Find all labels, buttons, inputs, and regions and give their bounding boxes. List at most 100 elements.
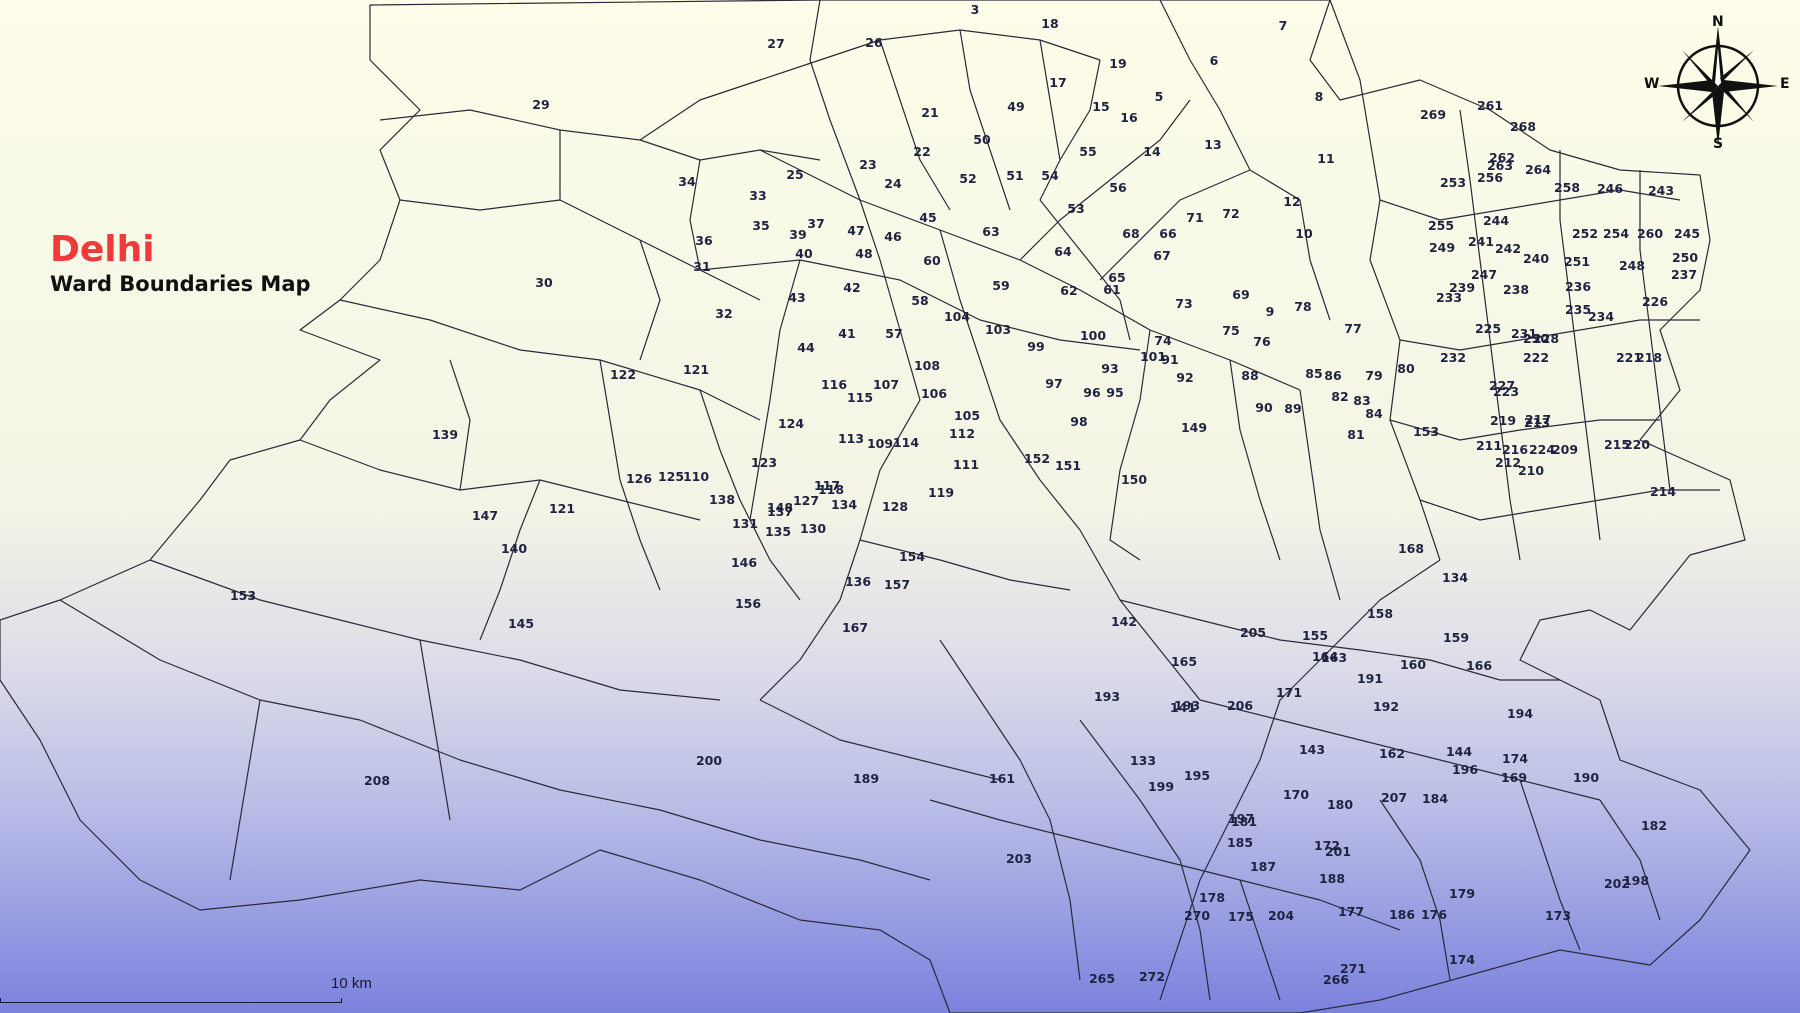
ward-label: 248 [1619,258,1645,273]
ward-label: 213 [1524,415,1550,430]
ward-label: 123 [751,455,777,470]
ward-label: 45 [919,210,936,225]
ward-label: 98 [1070,414,1087,429]
ward-label: 90 [1255,400,1273,415]
ward-label: 144 [1446,744,1472,759]
ward-label: 189 [853,771,879,786]
ward-label: 5 [1155,89,1164,104]
ward-label: 223 [1493,384,1519,399]
ward-label: 86 [1324,368,1342,383]
ward-label: 180 [1327,797,1353,812]
ward-label: 252 [1572,226,1598,241]
ward-label: 37 [807,216,824,231]
compass-icon [1658,26,1778,146]
ward-label: 196 [1452,762,1478,777]
ward-label: 77 [1344,321,1361,336]
ward-label: 124 [778,416,804,431]
ward-label: 249 [1429,240,1455,255]
ward-label: 104 [944,309,970,324]
ward-label: 76 [1253,334,1271,349]
ward-label: 244 [1483,213,1509,228]
ward-label: 67 [1153,248,1170,263]
ward-label: 84 [1365,406,1383,421]
ward-label: 169 [1501,770,1527,785]
ward-label: 265 [1089,971,1115,986]
ward-label: 168 [1398,541,1424,556]
ward-label: 154 [899,549,925,564]
ward-label: 25 [786,167,803,182]
ward-label: 151 [1055,458,1081,473]
ward-label: 253 [1440,175,1466,190]
ward-label: 165 [1171,654,1197,669]
ward-label: 122 [610,367,636,382]
ward-label: 243 [1648,183,1674,198]
ward-label: 138 [709,492,735,507]
ward-label: 255 [1428,218,1454,233]
ward-label: 116 [821,377,847,392]
ward-label: 34 [678,174,696,189]
ward-label: 136 [845,574,871,589]
ward-label: 251 [1564,254,1590,269]
ward-label: 200 [696,753,722,768]
ward-label: 174 [1449,952,1475,967]
ward-label: 222 [1523,350,1549,365]
ward-label: 233 [1436,290,1462,305]
ward-label: 178 [1199,890,1225,905]
ward-label: 139 [432,427,458,442]
ward-label: 100 [1080,328,1106,343]
ward-label: 93 [1101,361,1118,376]
ward-label: 113 [838,431,864,446]
ward-label: 181 [1231,814,1257,829]
ward-label: 96 [1083,385,1101,400]
ward-label: 137 [767,504,793,519]
ward-label: 48 [855,246,872,261]
ward-label: 14 [1143,144,1161,159]
ward-label: 176 [1421,907,1447,922]
ward-label: 88 [1241,368,1258,383]
ward-label: 64 [1054,244,1072,259]
ward-label: 195 [1184,768,1210,783]
ward-label: 161 [989,771,1015,786]
ward-label: 103 [985,322,1011,337]
ward-label: 121 [549,501,575,516]
ward-label: 11 [1317,151,1334,166]
ward-label: 125 [658,469,684,484]
ward-label: 72 [1222,206,1239,221]
ward-label: 69 [1232,287,1249,302]
map-subtitle: Ward Boundaries Map [50,272,311,296]
ward-label: 199 [1148,779,1174,794]
ward-label: 6 [1210,53,1219,68]
ward-label: 210 [1518,463,1544,478]
ward-label: 78 [1294,299,1311,314]
scale-bar-label: 10 km [331,975,372,992]
ward-label: 82 [1331,389,1348,404]
ward-label: 18 [1041,16,1058,31]
ward-label: 186 [1389,907,1415,922]
ward-label: 131 [732,516,758,531]
ward-label: 32 [715,306,732,321]
ward-label: 228 [1533,331,1559,346]
ward-label: 182 [1641,818,1667,833]
map-title: Delhi [50,229,155,270]
ward-label: 95 [1106,385,1123,400]
ward-label: 12 [1283,194,1300,209]
ward-label: 16 [1120,110,1138,125]
ward-label: 40 [795,246,813,261]
ward-label: 272 [1139,969,1165,984]
ward-label: 260 [1637,226,1663,241]
ward-label: 54 [1041,168,1059,183]
ward-label: 246 [1597,181,1623,196]
compass-rose: N S W E [1644,14,1790,154]
ward-label: 146 [731,555,757,570]
ward-label: 241 [1468,234,1494,249]
ward-label: 140 [501,541,527,556]
ward-label: 30 [535,275,553,290]
ward-label: 130 [800,521,826,536]
ward-label: 201 [1325,844,1351,859]
ward-label: 226 [1642,294,1668,309]
ward-label: 209 [1552,442,1578,457]
compass-south-label: S [1713,136,1724,152]
ward-label: 99 [1027,339,1044,354]
ward-boundaries [0,0,1751,1013]
ward-label: 68 [1122,226,1139,241]
